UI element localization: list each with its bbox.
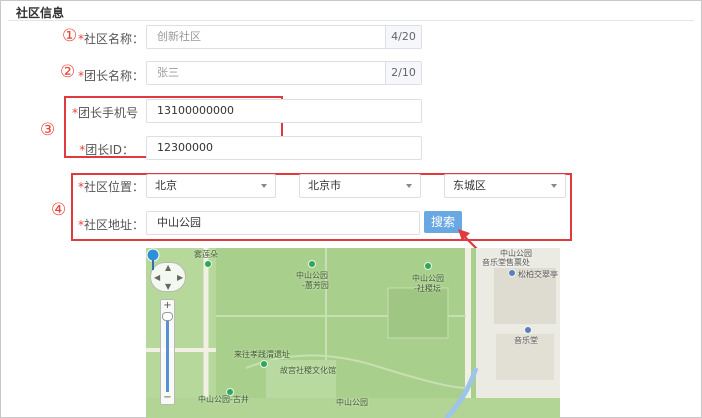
pan-left-icon[interactable]: ◀ (154, 273, 160, 282)
pan-right-icon[interactable]: ▶ (177, 273, 183, 282)
pan-up-icon[interactable]: ▲ (165, 263, 171, 272)
map-label-a: 雾莲朵 (194, 250, 218, 259)
poi-icon (204, 260, 212, 268)
zoom-slider-handle[interactable] (162, 312, 173, 321)
map-label-h: 松柏交翠亭 (518, 270, 558, 279)
map-pin-head (146, 248, 160, 262)
map-label-i: 音乐堂 (514, 336, 538, 345)
zoom-out-button[interactable]: − (161, 392, 174, 404)
zoom-in-button[interactable]: + (161, 300, 174, 312)
poi-icon (524, 326, 532, 334)
map-zoom-control[interactable]: + − (160, 299, 175, 405)
map-label-j: 来往孝践渭遗址 (234, 350, 290, 359)
poi-icon (424, 262, 432, 270)
map-label-m: 中山公园 (336, 398, 368, 407)
map-altar-block (387, 287, 449, 339)
zoom-slider-track[interactable] (166, 312, 169, 392)
map-view[interactable]: ▲ ▼ ◀ ▶ + − 雾莲朵 中山公园 -蕙芳园 中山公园 -社稷坛 中山公园… (146, 248, 560, 418)
pan-down-icon[interactable]: ▼ (165, 282, 171, 291)
map-label-e: -社稷坛 (414, 284, 441, 293)
map-label-g: 音乐堂售票处 (482, 258, 530, 267)
poi-icon (508, 269, 516, 277)
poi-icon (260, 360, 268, 368)
poi-icon (308, 260, 316, 268)
map-label-l: 中山公园-古井 (198, 395, 249, 404)
map-pin-icon[interactable] (146, 248, 160, 272)
map-label-c: -蕙芳园 (302, 281, 329, 290)
map-label-k: 故宫社稷文化馆 (280, 366, 336, 375)
map-pin-stem (152, 260, 154, 270)
map-canvas (146, 248, 560, 418)
